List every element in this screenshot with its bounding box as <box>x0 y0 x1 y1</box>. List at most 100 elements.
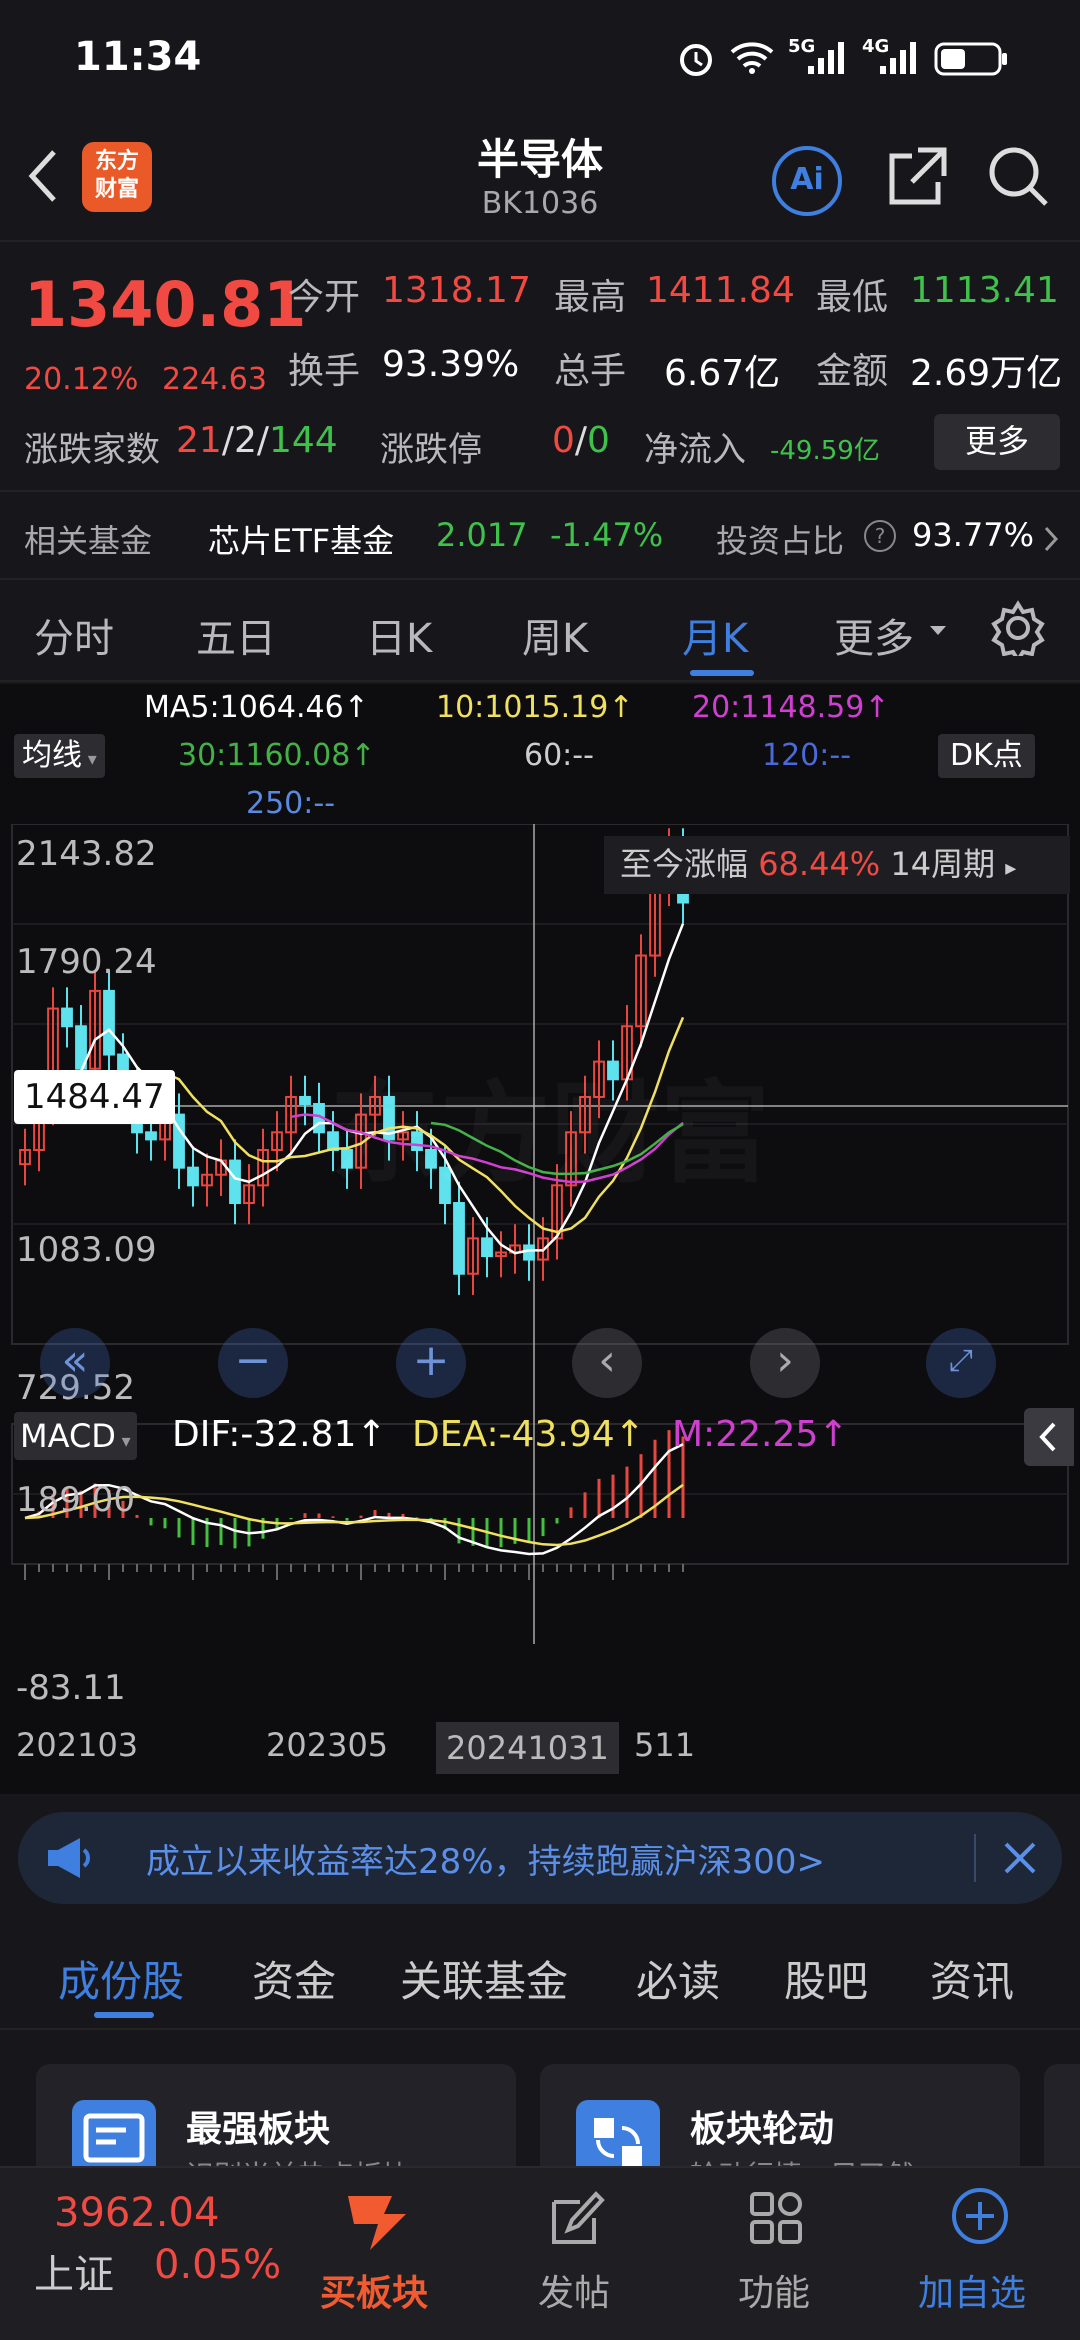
low-value: 1113.41 <box>910 270 1059 311</box>
candle-body <box>229 1159 241 1205</box>
signal-icon <box>808 42 844 74</box>
macd-axis-bottom: -83.11 <box>16 1668 126 1708</box>
search-icon[interactable] <box>986 144 1052 210</box>
tab-monthly-k[interactable]: 月K <box>682 606 748 664</box>
caret-down-icon <box>930 626 946 635</box>
status-bar: 11:34 5G 4G <box>0 0 1080 120</box>
dif-indicator: DIF:-32.81↑ <box>172 1414 387 1455</box>
buy-sector-label: 买板块 <box>320 2273 429 2314</box>
ma-select-label: 均线 <box>22 738 82 773</box>
change-percent: 20.12% <box>24 362 139 397</box>
more-button[interactable]: 更多 <box>934 414 1060 470</box>
ma10-indicator: 10:1015.19↑ <box>436 690 634 725</box>
limit-label: 涨跌停 <box>380 430 482 470</box>
tab-constituents[interactable]: 成份股 <box>58 1948 184 2009</box>
post-button[interactable]: 发帖 <box>520 2174 630 2324</box>
detail-tabs: 成份股 资金 关联基金 必读 股吧 资讯 <box>0 1922 1080 2030</box>
tab-intraday[interactable]: 分时 <box>34 606 114 664</box>
alarm-icon <box>680 44 712 76</box>
period-gain-box[interactable]: 至今涨幅 68.44% 14周期 ▸ <box>604 836 1070 894</box>
watermark-logo: 东方财富 <box>330 1044 770 1204</box>
ratio-label: 投资占比 <box>716 522 845 560</box>
fullscreen-button[interactable]: ⤢ <box>926 1328 996 1398</box>
dk-point-button[interactable]: DK点 <box>938 734 1035 778</box>
share-icon[interactable] <box>884 144 950 210</box>
macd-select-button[interactable]: MACD ▾ <box>14 1412 137 1460</box>
change-amount: 224.63 <box>162 362 267 397</box>
ma120-indicator: 120:-- <box>762 738 852 773</box>
chart-grid <box>11 824 1069 1644</box>
fund-label: 相关基金 <box>24 522 153 560</box>
volume-value: 6.67亿 <box>664 353 781 394</box>
current-price: 1340.81 <box>24 268 307 341</box>
tab-capital[interactable]: 资金 <box>252 1948 336 2009</box>
price-axis-label: 2143.82 <box>16 834 157 874</box>
ma-select-button[interactable]: 均线 ▾ <box>14 734 105 778</box>
card-title: 板块轮动 <box>690 2109 835 2150</box>
banner-text[interactable]: 成立以来收益率达28%，持续跑赢沪深300> <box>146 1834 825 1883</box>
settings-gear-icon[interactable] <box>990 600 1046 656</box>
limit-down-count: 0 <box>587 420 610 461</box>
tab-news[interactable]: 资讯 <box>930 1948 1014 2009</box>
buy-sector-button[interactable]: 买板块 <box>318 2174 434 2324</box>
tab-forum[interactable]: 股吧 <box>784 1948 868 2009</box>
ratio-value: 93.77% <box>912 516 1035 554</box>
volume-label: 总手 <box>554 351 627 392</box>
index-change[interactable]: 0.05% <box>154 2242 281 2288</box>
help-icon[interactable]: ? <box>864 520 896 552</box>
m-indicator: M:22.25↑ <box>672 1414 849 1455</box>
candle-body <box>61 1007 73 1028</box>
tab-daily-k[interactable]: 日K <box>366 606 432 664</box>
detail-tab-indicator <box>94 2012 154 2018</box>
post-label: 发帖 <box>538 2273 611 2314</box>
tab-more[interactable]: 更多 <box>834 606 914 664</box>
battery-icon <box>934 42 1007 76</box>
macd-axis-top: 189.00 <box>16 1480 135 1520</box>
open-label: 今开 <box>288 277 361 318</box>
tab-related-funds[interactable]: 关联基金 <box>400 1948 568 2009</box>
up-count: 21 <box>176 420 222 461</box>
dea-indicator: DEA:-43.94↑ <box>412 1414 645 1455</box>
down-count: 144 <box>269 420 338 461</box>
amount-label: 金额 <box>816 351 889 392</box>
related-fund-row[interactable]: 相关基金 芯片ETF基金 2.017 -1.47% 投资占比 ? 93.77% <box>0 494 1080 580</box>
banner-divider <box>974 1834 976 1882</box>
index-name[interactable]: 上证 <box>34 2242 114 2300</box>
high-label: 最高 <box>554 277 627 318</box>
period-count: 14周期 <box>890 845 996 883</box>
close-icon[interactable] <box>1000 1838 1040 1878</box>
function-button[interactable]: 功能 <box>720 2174 830 2324</box>
wifi-icon <box>730 42 774 74</box>
high-value: 1411.84 <box>646 270 795 311</box>
candle-body <box>523 1244 535 1261</box>
megaphone-icon <box>48 1838 90 1878</box>
zoom-in-button[interactable]: + <box>396 1328 466 1398</box>
function-label: 功能 <box>738 2273 811 2314</box>
candle-body <box>453 1202 465 1275</box>
promo-banner[interactable]: 成立以来收益率达28%，持续跑赢沪深300> <box>18 1812 1062 1904</box>
tab-five-day[interactable]: 五日 <box>196 606 276 664</box>
ma250-indicator: 250:-- <box>246 786 336 821</box>
add-watchlist-button[interactable]: 加自选 <box>910 2174 1050 2324</box>
prev-candle-button[interactable]: ‹ <box>572 1328 642 1398</box>
zoom-out-button[interactable]: − <box>218 1328 288 1398</box>
candle-body <box>299 1095 311 1106</box>
feature-cards: 最强板块 识别当前热点板块 板块轮动 轮动行情一目了然 <box>0 2030 1080 2204</box>
ai-button[interactable]: Ai <box>772 146 842 216</box>
fund-name[interactable]: 芯片ETF基金 <box>208 516 394 562</box>
index-value[interactable]: 3962.04 <box>54 2190 219 2236</box>
grid-icon <box>750 2192 802 2244</box>
x-axis-label: 202305 <box>266 1726 389 1764</box>
next-candle-button[interactable]: › <box>750 1328 820 1398</box>
status-time: 11:34 <box>74 34 202 80</box>
scroll-left-fast-button[interactable]: « <box>40 1328 110 1398</box>
chart-canvas[interactable] <box>0 824 1080 1794</box>
signal-icon-2 <box>880 42 916 74</box>
collapse-panel-button[interactable] <box>1024 1408 1074 1466</box>
netflow-label: 净流入 <box>644 430 746 470</box>
tab-must-read[interactable]: 必读 <box>636 1948 720 2009</box>
amount-value: 2.69万亿 <box>910 353 1063 394</box>
kline-chart[interactable]: MA5:1064.46↑ 10:1015.19↑ 20:1148.59↑ 均线 … <box>0 684 1080 1794</box>
flat-count: 2 <box>233 420 257 461</box>
tab-weekly-k[interactable]: 周K <box>522 606 588 664</box>
